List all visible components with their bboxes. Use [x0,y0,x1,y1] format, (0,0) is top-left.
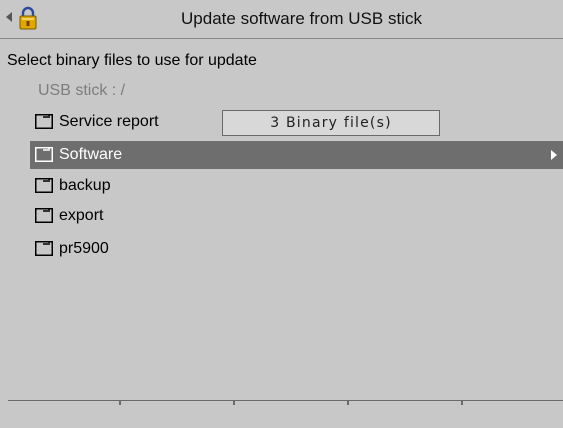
list-item-software[interactable]: Software [30,141,563,169]
lock-icon [19,6,37,30]
list-item-service-report[interactable]: Service report [30,108,220,136]
list-item-backup[interactable]: backup [30,172,220,200]
folder-icon [35,208,53,223]
list-item-pr5900[interactable]: pr5900 [30,235,220,263]
page-title: Update software from USB stick [181,9,422,28]
list-item-export[interactable]: export [30,202,220,230]
chevron-right-icon [551,150,557,160]
folder-icon [35,114,53,129]
softkey-divider [119,401,121,405]
left-arrow-icon[interactable] [6,12,12,22]
folder-icon [35,241,53,256]
list-item-label: export [59,207,104,224]
softkey-divider [233,401,235,405]
folder-icon [35,178,53,193]
softkey-bar [8,400,563,428]
screen: Update software from USB stick Select bi… [0,0,563,427]
softkey-divider [347,401,349,405]
section-heading: Select binary files to use for update [7,52,257,69]
list-item-label: pr5900 [59,240,109,257]
list-item-label: backup [59,177,111,194]
folder-icon [35,147,53,162]
binary-file-count: 3 Binary file(s) [222,110,440,136]
usb-path-label: USB stick : / [38,82,126,99]
title-bar: Update software from USB stick [0,0,563,39]
list-item-label: Service report [59,113,159,130]
softkey-divider [461,401,463,405]
list-item-label: Software [59,146,123,163]
